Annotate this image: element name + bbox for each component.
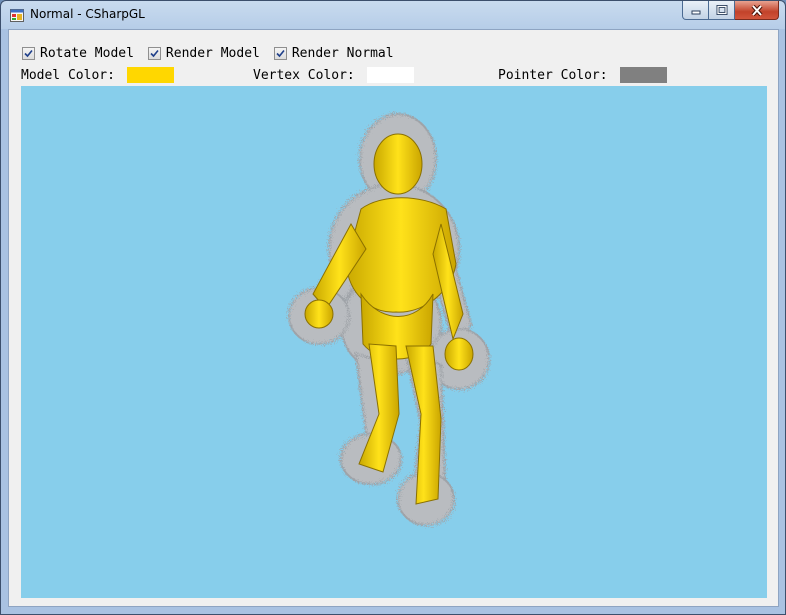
- rotate-model-label: Rotate Model: [40, 45, 134, 61]
- opengl-viewport[interactable]: [21, 86, 767, 598]
- humanoid-model: [288, 113, 490, 526]
- app-window: Normal - CSharpGL Rotate Model Render Mo…: [0, 0, 786, 615]
- rotate-model-checkbox[interactable]: Rotate Model: [22, 46, 134, 61]
- vertex-color-label: Vertex Color:: [253, 67, 355, 83]
- minimize-icon: [691, 10, 700, 15]
- title-bar[interactable]: Normal - CSharpGL: [1, 1, 785, 29]
- close-icon: [751, 4, 762, 16]
- pointer-color-group: Pointer Color:: [498, 66, 668, 84]
- close-button[interactable]: [735, 1, 779, 20]
- vertex-color-swatch[interactable]: [365, 66, 415, 84]
- check-icon: [24, 49, 33, 57]
- pointer-color-swatch[interactable]: [618, 66, 668, 84]
- window-title: Normal - CSharpGL: [30, 7, 145, 21]
- vertex-color-group: Vertex Color:: [253, 66, 415, 84]
- maximize-button[interactable]: [709, 1, 735, 20]
- pointer-color-label: Pointer Color:: [498, 67, 608, 83]
- checkbox-box[interactable]: [147, 46, 161, 60]
- app-icon: [10, 9, 24, 22]
- minimize-button[interactable]: [682, 1, 709, 20]
- maximize-icon: [716, 4, 727, 15]
- check-icon: [150, 49, 159, 57]
- check-icon: [276, 49, 285, 57]
- model-color-label: Model Color:: [21, 67, 115, 83]
- window-bottom-border: [1, 607, 785, 615]
- render-model-checkbox[interactable]: Render Model: [147, 45, 260, 61]
- client-area: Rotate Model Render Model Render Normal …: [8, 29, 779, 607]
- model-color-swatch[interactable]: [125, 66, 175, 84]
- checkbox-box[interactable]: [22, 46, 35, 60]
- checkbox-box[interactable]: [273, 46, 287, 60]
- render-model-label: Render Model: [165, 45, 260, 61]
- render-normal-checkbox[interactable]: Render Normal: [273, 45, 394, 61]
- model-color-group: Model Color:: [21, 66, 175, 84]
- render-normal-label: Render Normal: [291, 45, 394, 61]
